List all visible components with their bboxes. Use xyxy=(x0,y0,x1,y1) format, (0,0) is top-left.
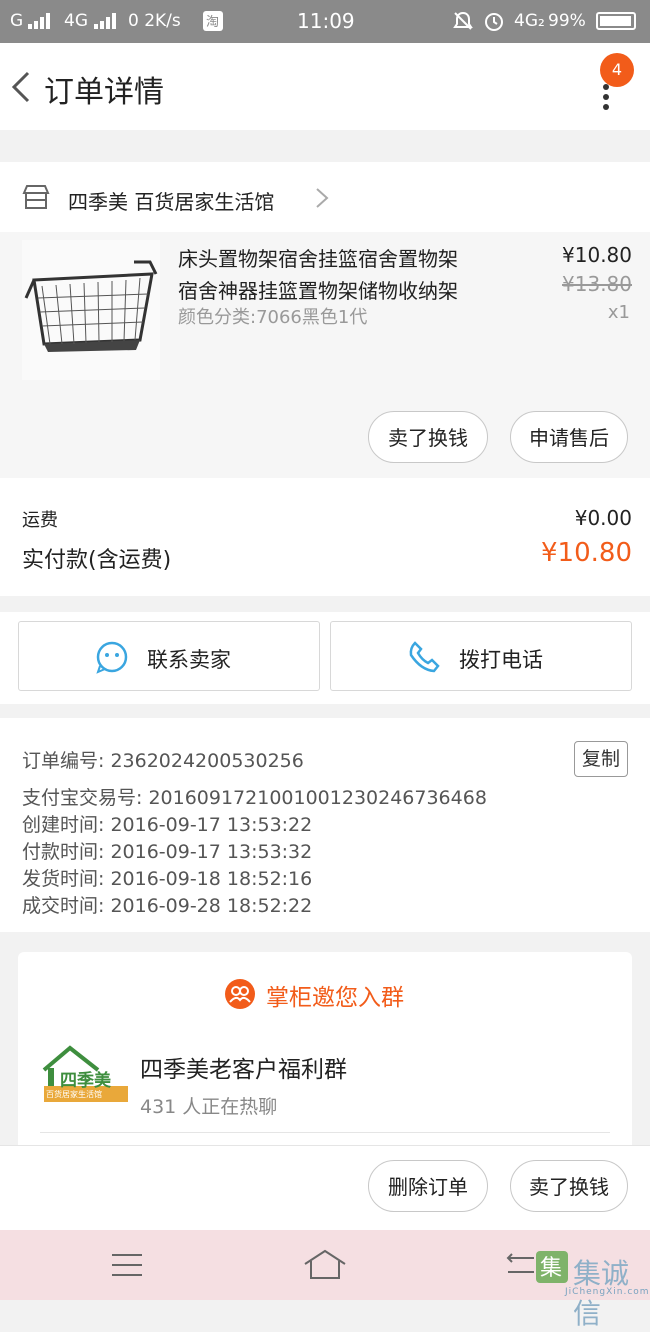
product-name-line-1[interactable]: 床头置物架宿舍挂篮宿舍置物架 xyxy=(178,243,458,272)
svg-text:淘: 淘 xyxy=(206,15,219,30)
taobao-app-icon: 淘 xyxy=(203,11,223,31)
status-bar: G 4G 0 2K/s 淘 11:09 4G₂ 99% xyxy=(0,0,650,43)
group-people-icon xyxy=(225,979,255,1009)
resell-button-bottom[interactable]: 卖了换钱 xyxy=(510,1160,628,1212)
chevron-right-icon xyxy=(316,188,329,208)
alarm-icon xyxy=(485,13,503,31)
svg-text:集: 集 xyxy=(540,1256,562,1281)
menu-icon[interactable] xyxy=(110,1252,144,1278)
notification-badge: 4 xyxy=(600,53,634,87)
watermark-subtext: JiChengXin.com xyxy=(565,1287,650,1297)
page-title: 订单详情 xyxy=(44,75,164,110)
product-image[interactable] xyxy=(22,240,160,380)
carrier-label: G xyxy=(10,11,24,31)
total-label: 实付款(含运费) xyxy=(22,548,172,573)
shop-header[interactable]: 四季美 百货居家生活馆 xyxy=(0,162,650,233)
paid-time: 付款时间: 2016-09-17 13:53:32 xyxy=(22,841,313,863)
group-invite-title: 掌柜邀您入群 xyxy=(266,985,404,1011)
shipping-value: ¥0.00 xyxy=(574,506,632,530)
completed-time: 成交时间: 2016-09-28 18:52:22 xyxy=(22,895,313,917)
group-logo-text: 四季美 xyxy=(60,1071,111,1091)
shop-name[interactable]: 四季美 百货居家生活馆 xyxy=(68,186,274,215)
shipped-time: 发货时间: 2016-09-18 18:52:16 xyxy=(22,868,313,890)
network-label-1: 4G xyxy=(64,11,88,31)
watermark-logo-icon: 集 xyxy=(536,1251,568,1283)
group-logo-subtext: 百货居家生活馆 xyxy=(46,1090,102,1099)
app-header: 订单详情 4 xyxy=(0,43,650,130)
chat-bubble-icon xyxy=(96,641,128,674)
group-name: 四季美老客户福利群 xyxy=(140,1057,347,1083)
product-name-line-2[interactable]: 宿舍神器挂篮置物架储物收纳架 xyxy=(178,275,458,304)
network-speed: 0 2K/s xyxy=(128,11,181,31)
divider xyxy=(40,1132,610,1133)
battery-percent: 99% xyxy=(548,11,586,31)
resell-button[interactable]: 卖了换钱 xyxy=(368,411,488,463)
total-value: ¥10.80 xyxy=(541,538,632,568)
signal-icon xyxy=(28,13,50,29)
call-phone-button[interactable]: 拨打电话 xyxy=(330,621,632,691)
network-label-3: 4G₂ xyxy=(514,11,545,31)
call-phone-label: 拨打电话 xyxy=(459,648,543,672)
contact-seller-button[interactable]: 联系卖家 xyxy=(18,621,320,691)
back-arrow-icon[interactable] xyxy=(8,67,40,107)
store-icon xyxy=(22,185,50,209)
signal-icon-2 xyxy=(94,13,116,29)
contact-seller-label: 联系卖家 xyxy=(147,648,231,672)
phone-icon xyxy=(409,641,440,673)
group-members: 431 人正在热聊 xyxy=(140,1096,278,1118)
product-price: ¥10.80 xyxy=(562,243,632,267)
created-time: 创建时间: 2016-09-17 13:53:22 xyxy=(22,814,313,836)
mute-icon xyxy=(453,11,473,30)
copy-button[interactable]: 复制 xyxy=(574,741,628,777)
delete-order-button[interactable]: 删除订单 xyxy=(368,1160,488,1212)
back-nav-icon[interactable] xyxy=(506,1248,536,1282)
group-invite-card[interactable]: 掌柜邀您入群 四季美 百货居家生活馆 四季美老客户福利群 431 人正在热聊 xyxy=(18,952,632,1152)
shipping-label: 运费 xyxy=(22,510,58,531)
product-quantity: x1 xyxy=(607,302,630,323)
payment-summary: 运费 ¥0.00 实付款(含运费) ¥10.80 xyxy=(0,478,650,596)
clock: 11:09 xyxy=(297,9,355,33)
product-sku: 颜色分类:7066黑色1代 xyxy=(178,307,368,328)
product-original-price: ¥13.80 xyxy=(562,272,632,296)
home-icon[interactable] xyxy=(302,1248,348,1282)
alipay-trade-number: 支付宝交易号: 2016091721001001230246736468 xyxy=(22,787,487,809)
order-number: 订单编号: 2362024200530256 xyxy=(22,750,304,772)
after-sale-button[interactable]: 申请售后 xyxy=(510,411,628,463)
group-logo: 四季美 百货居家生活馆 xyxy=(40,1044,128,1104)
battery-icon xyxy=(596,12,636,30)
